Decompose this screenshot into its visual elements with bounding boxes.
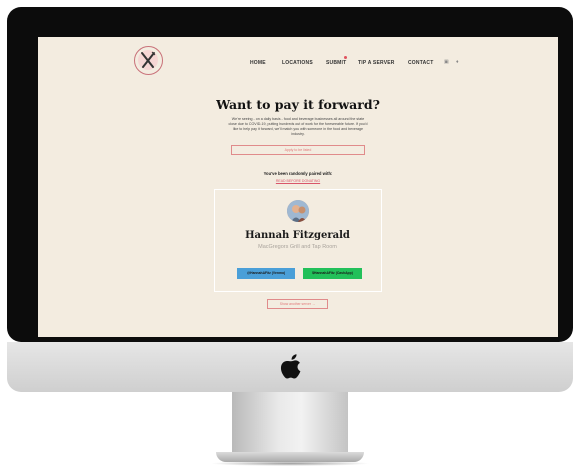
server-workplace: MacGregors Grill and Tap Room [258, 244, 337, 250]
nav-home[interactable]: HOME [250, 60, 266, 66]
nav-submit[interactable]: SUBMIT [326, 60, 346, 66]
server-avatar [287, 200, 309, 222]
apply-button[interactable]: Apply to be listed [231, 145, 365, 155]
apple-logo-icon [280, 354, 301, 379]
server-card: Hannah Fitzgerald MacGregors Grill and T… [214, 189, 382, 292]
nav-tip-a-server[interactable]: TIP A SERVER [358, 60, 395, 66]
website-screen: HOME LOCATIONS SUBMIT TIP A SERVER CONTA… [38, 37, 558, 337]
show-another-server-button[interactable]: Show another server → [267, 299, 328, 309]
paired-heading: You've been randomly paired with: [263, 171, 333, 176]
page-title: Want to pay it forward? [216, 97, 380, 112]
instagram-icon[interactable]: ▣ [444, 59, 449, 65]
stand-shadow [210, 461, 370, 466]
cashapp-button[interactable]: $HannahAFitz (CashApp) [303, 268, 362, 279]
crossed-knife-fork-logo-icon [138, 50, 158, 70]
site-logo[interactable] [134, 46, 163, 75]
nav-contact[interactable]: CONTACT [408, 60, 433, 66]
venmo-button[interactable]: @HannahAFitz (Venmo) [237, 268, 295, 279]
twitter-icon[interactable]: ♦ [456, 59, 459, 65]
intro-text: We're seeing - on a daily basis - food a… [228, 117, 368, 136]
nav-submit-indicator [344, 56, 347, 59]
monitor-stand-neck [232, 392, 348, 454]
nav-locations[interactable]: LOCATIONS [282, 60, 313, 66]
monitor-bezel: HOME LOCATIONS SUBMIT TIP A SERVER CONTA… [7, 7, 573, 342]
read-before-donating-link[interactable]: READ BEFORE DONATING [38, 179, 558, 183]
server-name: Hannah Fitzgerald [245, 230, 350, 241]
